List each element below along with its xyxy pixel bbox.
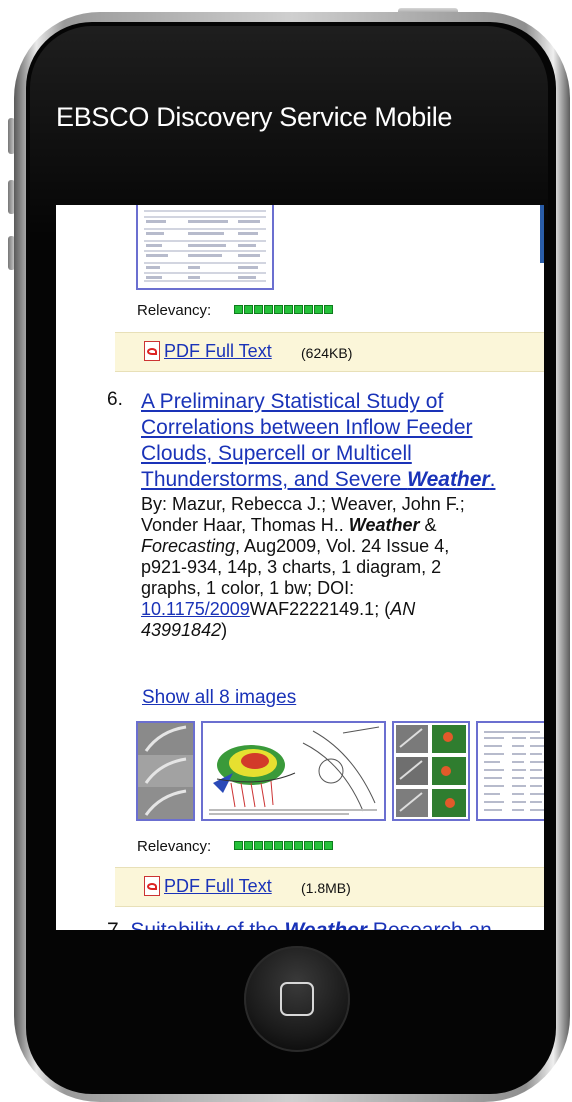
result-number: 7. [107, 919, 125, 930]
accession-number: 43991842 [141, 620, 222, 640]
pdf-full-text-row[interactable]: PDF Full Text (624KB) [115, 332, 544, 372]
result-title-link[interactable]: A Preliminary Statistical Study of Corre… [141, 389, 544, 493]
citation-line: Vonder Haar, Thomas H.. Weather & [141, 515, 544, 536]
title-line[interactable]: A Preliminary Statistical Study of [141, 389, 544, 415]
pdf-file-size: (1.8MB) [301, 880, 351, 896]
image-thumbnail[interactable] [392, 721, 470, 821]
title-line[interactable]: Thunderstorms, and Severe Weather. [141, 467, 544, 493]
home-button[interactable] [244, 946, 350, 1052]
result-citation: By: Mazur, Rebecca J.; Weaver, John F.; … [141, 494, 544, 641]
journal-keyword: Weather [348, 515, 420, 535]
image-thumbnail[interactable] [136, 721, 195, 821]
title-text[interactable]: Research an [367, 919, 492, 930]
result-number: 6. [107, 389, 123, 410]
relevancy-meter [234, 305, 333, 314]
title-line[interactable]: Correlations between Inflow Feeder [141, 415, 544, 441]
citation-text: & [419, 515, 437, 535]
image-thumbnail[interactable] [201, 721, 386, 821]
title-line[interactable]: Clouds, Supercell or Multicell [141, 441, 544, 467]
header-edge [540, 205, 544, 263]
citation-text: Vonder Haar, Thomas H.. [141, 515, 349, 535]
results-screen[interactable]: Relevancy: PDF Full Text (624KB) 6. A Pr… [56, 205, 544, 930]
home-button-icon [280, 982, 314, 1016]
relevancy-meter [234, 841, 333, 850]
citation-text: , Aug2009, Vol. 24 Issue 4, [235, 536, 450, 556]
relevancy-label: Relevancy: [137, 302, 212, 319]
relevancy-label: Relevancy: [137, 838, 212, 855]
title-text[interactable]: Suitability of the [130, 919, 284, 930]
citation-line: Forecasting, Aug2009, Vol. 24 Issue 4, [141, 536, 544, 557]
citation-authors: By: Mazur, Rebecca J.; Weaver, John F.; [141, 494, 465, 514]
title-text[interactable]: Thunderstorms, and Severe [141, 468, 407, 491]
pdf-full-text-row[interactable]: PDF Full Text (1.8MB) [115, 867, 544, 907]
citation-text: WAF2222149.1; ( [249, 599, 391, 619]
citation-line: 43991842) [141, 620, 544, 641]
app-title: EBSCO Discovery Service Mobile [56, 102, 453, 132]
an-label: AN [390, 599, 416, 619]
result-7-title[interactable]: 7. Suitability of the Weather Research a… [107, 919, 492, 930]
pdf-full-text-link[interactable]: PDF Full Text [164, 341, 272, 362]
citation-text: graphs, 1 color, 1 bw; DOI: [141, 578, 355, 598]
citation-line: 10.1175/2009WAF2222149.1; (AN [141, 599, 544, 620]
result-thumbnail-table[interactable] [136, 205, 274, 290]
citation-text: p921-934, 14p, 3 charts, 1 diagram, 2 [141, 557, 442, 577]
title-end[interactable]: . [490, 468, 496, 491]
title-keyword[interactable]: Weather [284, 919, 366, 930]
doi-link[interactable]: 10.1175/2009 [141, 599, 250, 619]
pdf-file-size: (624KB) [301, 345, 353, 361]
title-keyword[interactable]: Weather [407, 468, 489, 491]
pdf-icon[interactable] [144, 876, 160, 896]
pdf-full-text-link[interactable]: PDF Full Text [164, 876, 272, 897]
pdf-icon[interactable] [144, 341, 160, 361]
show-all-images-link[interactable]: Show all 8 images [142, 687, 296, 709]
citation-text: ) [221, 620, 228, 640]
journal-name: Forecasting [141, 536, 236, 556]
image-thumbnail[interactable] [476, 721, 544, 821]
